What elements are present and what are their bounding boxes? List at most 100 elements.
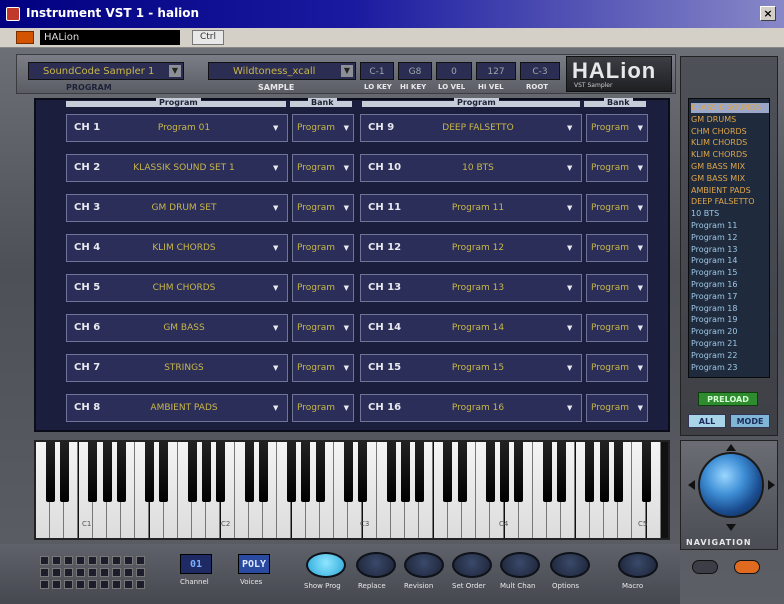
preset-list-item[interactable]: KLIM CHORDS	[691, 150, 769, 160]
black-key[interactable]	[542, 442, 552, 502]
midi-channel-toggle[interactable]	[40, 580, 49, 589]
channel-bank-select[interactable]: Program ▼	[586, 394, 648, 422]
midi-channel-toggle[interactable]	[88, 556, 97, 565]
preset-list-item[interactable]: Program 20	[691, 327, 769, 337]
chevron-down-icon[interactable]: ▼	[638, 395, 643, 421]
black-key[interactable]	[216, 442, 226, 502]
preset-list-item[interactable]: Program 18	[691, 304, 769, 314]
channel-program-select[interactable]: GM DRUM SET	[109, 199, 259, 217]
chevron-down-icon[interactable]: ▼	[638, 115, 643, 141]
param-hi-key[interactable]: G8	[398, 62, 432, 80]
midi-channel-toggle[interactable]	[124, 568, 133, 577]
chevron-down-icon[interactable]: ▼	[169, 65, 181, 77]
preset-list-item[interactable]: 10 BTS	[691, 209, 769, 219]
all-button[interactable]: ALL	[688, 414, 726, 428]
black-key[interactable]	[301, 442, 311, 502]
channel-program-select[interactable]: KLASSIK SOUND SET 1	[109, 159, 259, 177]
midi-channel-toggle[interactable]	[52, 580, 61, 589]
channel-row[interactable]: CH 7 STRINGS ▼	[66, 354, 288, 382]
chevron-down-icon[interactable]: ▼	[344, 155, 349, 181]
chevron-down-icon[interactable]: ▼	[567, 403, 575, 413]
options-button[interactable]	[550, 552, 590, 578]
arrow-right-icon[interactable]	[768, 480, 775, 490]
channel-bank-select[interactable]: Program ▼	[292, 154, 354, 182]
midi-channel-toggle[interactable]	[64, 556, 73, 565]
chevron-down-icon[interactable]: ▼	[638, 155, 643, 181]
black-key[interactable]	[358, 442, 368, 502]
channel-row[interactable]: CH 11 Program 11 ▼	[360, 194, 582, 222]
channel-row[interactable]: CH 1 Program 01 ▼	[66, 114, 288, 142]
channel-program-select[interactable]: KLIM CHORDS	[109, 239, 259, 257]
channel-program-select[interactable]: Program 11	[403, 199, 553, 217]
mult-chan-button[interactable]	[500, 552, 540, 578]
chevron-down-icon[interactable]: ▼	[344, 355, 349, 381]
chevron-down-icon[interactable]: ▼	[344, 195, 349, 221]
midi-channel-toggle[interactable]	[136, 580, 145, 589]
channel-bank-select[interactable]: Program ▼	[586, 114, 648, 142]
channel-row[interactable]: CH 2 KLASSIK SOUND SET 1 ▼	[66, 154, 288, 182]
channel-row[interactable]: CH 4 KLIM CHORDS ▼	[66, 234, 288, 262]
channel-program-select[interactable]: Program 16	[403, 399, 553, 417]
midi-channel-toggle[interactable]	[76, 556, 85, 565]
preset-list-item[interactable]: AMBIENT PADS	[691, 186, 769, 196]
param-root[interactable]: C-3	[520, 62, 560, 80]
channel-row[interactable]: CH 16 Program 16 ▼	[360, 394, 582, 422]
channel-program-select[interactable]: Program 01	[109, 119, 259, 137]
channel-row[interactable]: CH 6 GM BASS ▼	[66, 314, 288, 342]
chevron-down-icon[interactable]: ▼	[567, 243, 575, 253]
preset-list-item[interactable]: Program 12	[691, 233, 769, 243]
channel-row[interactable]: CH 5 CHM CHORDS ▼	[66, 274, 288, 302]
chevron-down-icon[interactable]: ▼	[341, 65, 353, 77]
channel-bank-select[interactable]: Program ▼	[292, 274, 354, 302]
black-key[interactable]	[500, 442, 510, 502]
chevron-down-icon[interactable]: ▼	[344, 235, 349, 261]
channel-bank-select[interactable]: Program ▼	[292, 234, 354, 262]
black-key[interactable]	[102, 442, 112, 502]
midi-channel-toggle[interactable]	[136, 556, 145, 565]
chevron-down-icon[interactable]: ▼	[273, 123, 281, 133]
chevron-down-icon[interactable]: ▼	[567, 203, 575, 213]
chevron-down-icon[interactable]: ▼	[273, 323, 281, 333]
chevron-down-icon[interactable]: ▼	[273, 243, 281, 253]
midi-channel-toggle[interactable]	[76, 568, 85, 577]
param-lo-vel[interactable]: 0	[436, 62, 472, 80]
param-lo-key[interactable]: C-1	[360, 62, 394, 80]
black-key[interactable]	[315, 442, 325, 502]
midi-channel-toggle[interactable]	[112, 580, 121, 589]
channel-bank-select[interactable]: Program ▼	[586, 234, 648, 262]
chevron-down-icon[interactable]: ▼	[273, 363, 281, 373]
nav-button-left[interactable]	[692, 560, 718, 574]
arrow-up-icon[interactable]	[726, 444, 736, 451]
preset-list-item[interactable]: DEEP FALSETTO	[691, 197, 769, 207]
macro-button[interactable]	[618, 552, 658, 578]
black-key[interactable]	[400, 442, 410, 502]
channel-row[interactable]: CH 9 DEEP FALSETTO ▼	[360, 114, 582, 142]
channel-row[interactable]: CH 15 Program 15 ▼	[360, 354, 582, 382]
channel-bank-select[interactable]: Program ▼	[292, 194, 354, 222]
chevron-down-icon[interactable]: ▼	[567, 163, 575, 173]
revision-button[interactable]	[404, 552, 444, 578]
midi-channel-toggle[interactable]	[136, 568, 145, 577]
set-order-button[interactable]	[452, 552, 492, 578]
black-key[interactable]	[88, 442, 98, 502]
channel-program-select[interactable]: Program 15	[403, 359, 553, 377]
channel-program-select[interactable]: Program 13	[403, 279, 553, 297]
channel-program-select[interactable]: GM BASS	[109, 319, 259, 337]
black-key[interactable]	[642, 442, 652, 502]
channel-display[interactable]: 01	[180, 554, 212, 574]
close-button[interactable]: ×	[760, 6, 776, 21]
channel-program-select[interactable]: Program 12	[403, 239, 553, 257]
midi-channel-toggle[interactable]	[124, 580, 133, 589]
black-key[interactable]	[187, 442, 197, 502]
navigation-trackball[interactable]	[698, 452, 764, 518]
chevron-down-icon[interactable]: ▼	[638, 315, 643, 341]
midi-channel-toggle[interactable]	[112, 556, 121, 565]
black-key[interactable]	[599, 442, 609, 502]
channel-program-select[interactable]: 10 BTS	[403, 159, 553, 177]
midi-channel-toggle[interactable]	[124, 556, 133, 565]
black-key[interactable]	[116, 442, 126, 502]
channel-row[interactable]: CH 13 Program 13 ▼	[360, 274, 582, 302]
black-key[interactable]	[258, 442, 268, 502]
voices-display[interactable]: POLY	[238, 554, 270, 574]
black-key[interactable]	[414, 442, 424, 502]
